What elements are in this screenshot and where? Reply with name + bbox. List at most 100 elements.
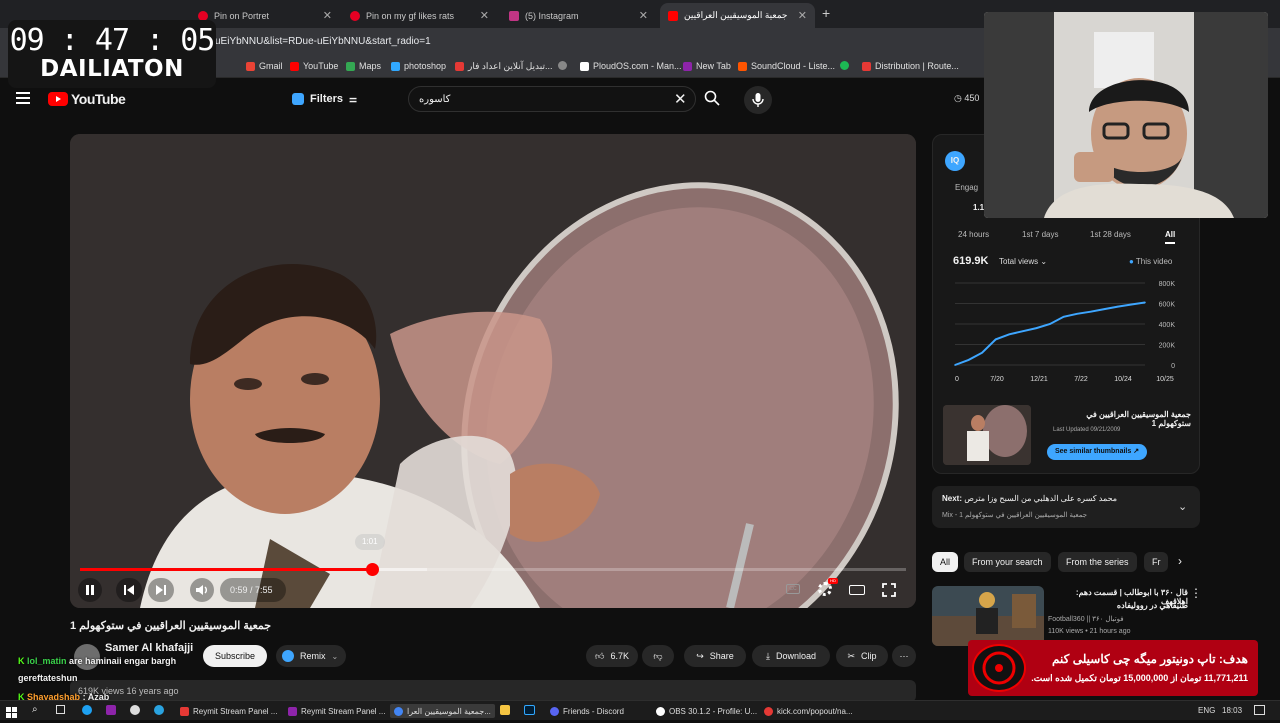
more-actions-button[interactable]: ⋯	[892, 645, 916, 667]
next-button[interactable]	[148, 578, 174, 602]
taskbar-app[interactable]: Friends - Discord	[546, 704, 628, 718]
filters-label: Filters	[310, 93, 344, 105]
chip-more[interactable]: Fr	[1144, 552, 1168, 572]
recommendation-title-2[interactable]: طنيقاهي در رووليفاده	[1048, 601, 1188, 610]
bookmark-soundcloud[interactable]: SoundCloud - Liste...	[738, 61, 835, 71]
close-tab-icon[interactable]: ✕	[323, 9, 332, 22]
bookmark-label: SoundCloud - Liste...	[751, 61, 836, 71]
clip-button[interactable]: ✂ Clip	[836, 645, 888, 667]
browser-tab[interactable]: (5) Instagram ✕	[501, 3, 656, 28]
clear-search-icon[interactable]: ✕	[674, 90, 687, 108]
description-box[interactable]	[70, 680, 916, 702]
views-metric-select[interactable]: Total views ⌄	[999, 257, 1047, 266]
bookmark-distribution[interactable]: Distribution | Route...	[862, 61, 959, 71]
taskbar-app-active[interactable]: جمعية الموسيقيين العرا...	[390, 704, 495, 718]
settings-gear-icon[interactable]	[818, 582, 832, 596]
bookmark-gmail[interactable]: Gmail	[246, 61, 283, 71]
bookmark-numbers[interactable]: تبدیل آنلاین اعداد فار...	[455, 61, 553, 72]
bookmark-ploudos[interactable]: PloudOS.com - Man...	[580, 61, 682, 71]
tab-first-7-days[interactable]: 1st 7 days	[1022, 230, 1058, 239]
tab-first-28-days[interactable]: 1st 28 days	[1090, 230, 1131, 239]
browser-tab[interactable]: Pin on my gf likes rats ✕	[342, 3, 497, 28]
close-tab-icon[interactable]: ✕	[798, 9, 807, 22]
thumbnail-image	[943, 405, 1031, 465]
windows-start-icon[interactable]	[6, 705, 17, 718]
chart-x-tick-label: 10/24	[1114, 376, 1132, 383]
bookmark-label: تبدیل آنلاین اعداد فار...	[468, 61, 553, 71]
dislike-button[interactable]: 👎︎	[642, 645, 674, 667]
app-icon[interactable]	[106, 705, 116, 715]
filters-button[interactable]: Filters ⚌	[284, 88, 365, 110]
url-text[interactable]: uEiYbNNU&list=RDue-uEiYbNNU&start_radio=…	[215, 36, 431, 47]
bookmark-photoshop[interactable]: photoshop	[391, 61, 446, 71]
pause-button[interactable]	[78, 578, 102, 602]
theater-mode-icon[interactable]	[849, 585, 865, 595]
bookmark-maps[interactable]: Maps	[346, 61, 381, 71]
app-icon[interactable]	[130, 705, 140, 715]
chip-from-the-series[interactable]: From the series	[1058, 552, 1137, 572]
up-next-box[interactable]: Next: محمد كسره على الدهلبي من السبح وزا…	[932, 486, 1200, 528]
bookmark-label: YouTube	[303, 61, 339, 71]
bookmark-youtube[interactable]: YouTube	[290, 61, 338, 71]
search-box	[408, 86, 696, 112]
chevron-right-icon[interactable]: ›	[1178, 554, 1182, 568]
close-tab-icon[interactable]: ✕	[639, 9, 648, 22]
logo-text: YouTube	[71, 91, 126, 107]
thumbnail-preview[interactable]	[943, 405, 1031, 465]
taskbar-app[interactable]: Reymit Stream Panel ...	[176, 704, 281, 718]
bookmark-globe[interactable]	[558, 61, 567, 70]
volume-button[interactable]	[190, 578, 214, 602]
telegram-icon[interactable]	[154, 705, 164, 715]
more-vert-icon[interactable]: ⋮	[1190, 586, 1202, 600]
tab-all[interactable]: All	[1165, 230, 1176, 244]
taskbar-app[interactable]: Reymit Stream Panel ...	[284, 704, 389, 718]
taskbar-app[interactable]: OBS 30.1.2 - Profile: U...	[652, 704, 761, 718]
previous-button[interactable]	[116, 578, 142, 602]
youtube-logo[interactable]: YouTube	[48, 91, 126, 107]
browser-tab-active[interactable]: جمعية الموسيقيين العراقيين ✕	[660, 3, 815, 28]
bookmark-new-tab[interactable]: New Tab	[683, 61, 731, 71]
youtube-icon	[290, 61, 299, 71]
hamburger-menu-icon[interactable]	[16, 92, 30, 104]
channel-name[interactable]: Samer Al khafajji	[105, 642, 193, 654]
chip-from-your-search[interactable]: From your search	[964, 552, 1051, 572]
progress-bar[interactable]	[80, 563, 906, 576]
chart-point	[1130, 303, 1133, 306]
tab-24-hours[interactable]: 24 hours	[958, 230, 989, 239]
bookmark-spotify[interactable]	[840, 61, 849, 70]
download-button[interactable]: ⤓ Download	[752, 645, 830, 667]
task-view-icon[interactable]	[56, 705, 65, 714]
discord-icon	[550, 706, 559, 716]
similar-thumbnails-button[interactable]: See similar thumbnails ↗	[1047, 444, 1148, 460]
recommendation-thumbnail[interactable]	[932, 586, 1044, 646]
mic-icon[interactable]	[744, 86, 772, 114]
system-clock[interactable]: 18:03	[1222, 706, 1242, 715]
search-input[interactable]	[419, 91, 669, 107]
notifications-icon[interactable]	[1254, 705, 1265, 715]
chevron-down-icon[interactable]: ⌄	[1178, 500, 1187, 513]
taskbar-app[interactable]: kick.com/popout/na...	[760, 704, 857, 718]
captions-icon[interactable]: CC	[786, 584, 800, 594]
remix-button[interactable]: Remix ⌄	[276, 645, 346, 667]
filter-chips: All From your search From the series Fr …	[932, 550, 1200, 574]
new-tab-button[interactable]: +	[822, 5, 830, 21]
vidiq-icon: IQ	[945, 151, 965, 171]
close-tab-icon[interactable]: ✕	[480, 9, 489, 22]
share-button[interactable]: ↪ Share	[684, 645, 746, 667]
download-icon: ⤓	[765, 650, 770, 661]
search-icon[interactable]: ⌕	[32, 704, 38, 715]
subscribe-button[interactable]: Subscribe	[203, 645, 267, 667]
edge-icon[interactable]	[82, 705, 92, 715]
like-button[interactable]: 👍︎ 6.7K	[586, 645, 638, 667]
photoshop-icon[interactable]	[524, 705, 535, 715]
donation-logo-icon	[972, 644, 1026, 692]
chart-point	[967, 359, 970, 361]
fullscreen-icon[interactable]	[882, 583, 896, 597]
video-player[interactable]: 1:01 0:59 / 7:55 CC HD	[70, 134, 916, 608]
views-metric-label: Total views	[999, 257, 1039, 266]
chip-all[interactable]: All	[932, 552, 959, 572]
language-indicator[interactable]: ENG	[1198, 706, 1215, 715]
folder-icon[interactable]	[500, 705, 510, 715]
chart-y-tick-label: 400K	[1159, 322, 1176, 329]
search-icon[interactable]	[704, 90, 720, 106]
